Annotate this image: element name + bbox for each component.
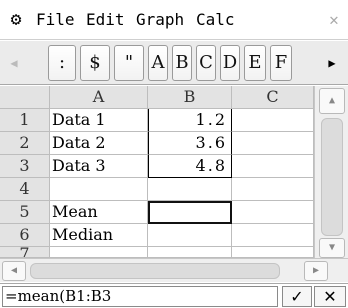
toolbar-dollar-button[interactable]: $ [80, 45, 110, 81]
scroll-down-icon[interactable]: ▼ [319, 238, 345, 258]
cell-c5[interactable] [232, 201, 314, 224]
scroll-left-icon[interactable]: ◀ [2, 261, 26, 281]
formula-bar: =mean(B1:B3 ✓ ✕ [0, 283, 348, 308]
scroll-left-icon[interactable]: ◀ [2, 45, 26, 81]
column-header-c[interactable]: C [232, 86, 314, 109]
toolbar: ◀ : $ " A B C D E F ▶ [0, 41, 348, 85]
row-header[interactable]: 2 [0, 132, 50, 155]
corner-cell [0, 86, 50, 109]
cell-c1[interactable] [232, 109, 314, 132]
cell-c7[interactable] [232, 247, 314, 258]
toolbar-colon-button[interactable]: : [48, 45, 76, 81]
gear-icon[interactable]: ⚙ [4, 8, 28, 32]
cell-c2[interactable] [232, 132, 314, 155]
cell-c6[interactable] [232, 224, 314, 247]
scroll-right-icon[interactable]: ▶ [304, 261, 328, 281]
horizontal-scroll-thumb[interactable] [30, 263, 280, 279]
row-header[interactable]: 3 [0, 155, 50, 178]
menu-file[interactable]: File [36, 9, 75, 31]
vertical-scrollbar[interactable]: ▲ ▼ [314, 86, 348, 258]
cell-b6[interactable] [148, 224, 232, 247]
cell-b1[interactable]: 1.2 [148, 109, 232, 132]
cell-a6[interactable]: Median [50, 224, 148, 247]
menu-edit[interactable]: Edit [86, 9, 125, 31]
toolbar-col-b-button[interactable]: B [172, 45, 192, 81]
cell-a1[interactable]: Data 1 [50, 109, 148, 132]
row-header[interactable]: 4 [0, 178, 50, 201]
horizontal-scrollbar[interactable]: ◀ ▶ [0, 258, 348, 282]
cell-c4[interactable] [232, 178, 314, 201]
row-header[interactable]: 5 [0, 201, 50, 224]
scroll-right-icon[interactable]: ▶ [320, 45, 344, 81]
toolbar-col-d-button[interactable]: D [220, 45, 240, 81]
confirm-check-icon[interactable]: ✓ [282, 286, 312, 307]
toolbar-col-f-button[interactable]: F [270, 45, 292, 81]
menu-graph[interactable]: Graph [136, 9, 184, 31]
cell-a2[interactable]: Data 2 [50, 132, 148, 155]
toolbar-col-a-button[interactable]: A [148, 45, 168, 81]
toolbar-quote-button[interactable]: " [114, 45, 144, 81]
cancel-x-icon[interactable]: ✕ [314, 286, 346, 307]
cell-b5-selected[interactable] [148, 201, 232, 224]
row-header[interactable]: 7 [0, 247, 50, 258]
cell-b7[interactable] [148, 247, 232, 258]
cell-b3[interactable]: 4.8 [148, 155, 232, 178]
cell-b4[interactable] [148, 178, 232, 201]
toolbar-col-c-button[interactable]: C [196, 45, 216, 81]
cell-c3[interactable] [232, 155, 314, 178]
row-header[interactable]: 6 [0, 224, 50, 247]
toolbar-col-e-button[interactable]: E [244, 45, 266, 81]
menu-calc[interactable]: Calc [196, 9, 235, 31]
vertical-scroll-thumb[interactable] [321, 118, 343, 236]
formula-input[interactable]: =mean(B1:B3 [2, 286, 278, 307]
cell-a4[interactable] [50, 178, 148, 201]
row-header[interactable]: 1 [0, 109, 50, 132]
close-icon[interactable]: ✕ [324, 10, 344, 30]
column-header-a[interactable]: A [50, 86, 148, 109]
scroll-up-icon[interactable]: ▲ [319, 88, 345, 114]
cell-a7[interactable] [50, 247, 148, 258]
column-header-b[interactable]: B [148, 86, 232, 109]
menu-bar: ⚙ File Edit Graph Calc ✕ [0, 0, 348, 40]
cell-b2[interactable]: 3.6 [148, 132, 232, 155]
cell-a5[interactable]: Mean [50, 201, 148, 224]
cell-a3[interactable]: Data 3 [50, 155, 148, 178]
